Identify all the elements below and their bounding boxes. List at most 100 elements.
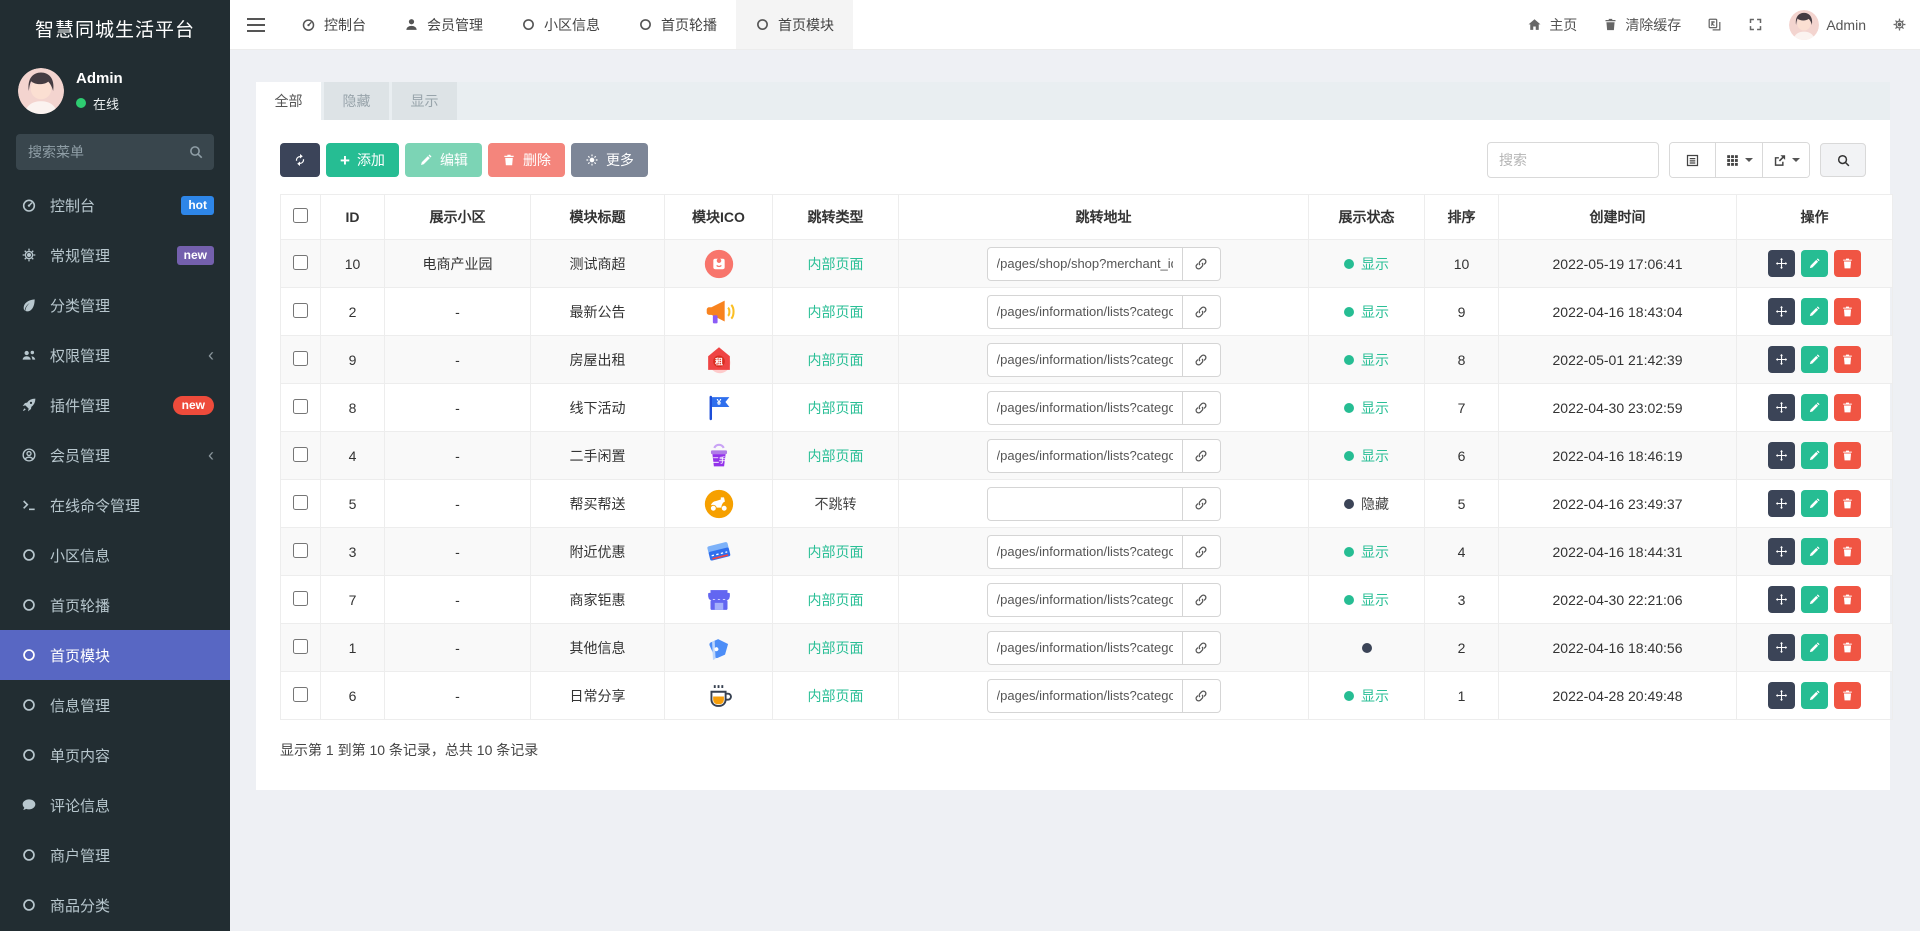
sidebar-item-0[interactable]: 控制台 hot (0, 180, 230, 230)
nav-tab-4[interactable]: 首页模块 (736, 0, 853, 49)
status-badge[interactable]: 显示 (1344, 590, 1389, 610)
row-edit-button[interactable] (1801, 538, 1828, 565)
row-delete-button[interactable] (1834, 634, 1861, 661)
status-badge[interactable]: 显示 (1344, 302, 1389, 322)
status-badge[interactable]: 显示 (1344, 254, 1389, 274)
row-delete-button[interactable] (1834, 586, 1861, 613)
sidebar-item-14[interactable]: 商品分类 (0, 880, 230, 930)
sidebar-item-5[interactable]: 会员管理 ‹ (0, 430, 230, 480)
sidebar-item-12[interactable]: 评论信息 (0, 780, 230, 830)
tab-hidden[interactable]: 隐藏 (324, 82, 389, 120)
columns-button[interactable] (1715, 143, 1762, 177)
sidebar-item-3[interactable]: 权限管理 ‹ (0, 330, 230, 380)
link-button[interactable] (1182, 486, 1221, 521)
status-badge[interactable]: 隐藏 (1344, 494, 1389, 514)
row-delete-button[interactable] (1834, 442, 1861, 469)
export-button[interactable] (1762, 143, 1809, 177)
sidebar-item-13[interactable]: 商户管理 (0, 830, 230, 880)
row-edit-button[interactable] (1801, 298, 1828, 325)
status-badge[interactable]: 显示 (1344, 350, 1389, 370)
more-button[interactable]: 更多 (570, 143, 648, 177)
tab-all[interactable]: 全部 (256, 82, 321, 120)
row-edit-button[interactable] (1801, 586, 1828, 613)
row-delete-button[interactable] (1834, 250, 1861, 277)
sidebar-item-7[interactable]: 小区信息 (0, 530, 230, 580)
drag-button[interactable] (1768, 538, 1795, 565)
add-button[interactable]: + 添加 (326, 143, 399, 177)
link-button[interactable] (1182, 582, 1221, 617)
nav-tab-3[interactable]: 首页轮播 (619, 0, 736, 49)
sidebar-item-6[interactable]: 在线命令管理 (0, 480, 230, 530)
drag-button[interactable] (1768, 394, 1795, 421)
settings-button[interactable] (1879, 0, 1920, 49)
drag-button[interactable] (1768, 298, 1795, 325)
status-badge[interactable]: 显示 (1344, 398, 1389, 418)
row-delete-button[interactable] (1834, 298, 1861, 325)
drag-button[interactable] (1768, 586, 1795, 613)
refresh-button[interactable] (280, 143, 320, 177)
user-menu[interactable]: Admin (1776, 0, 1879, 49)
sidebar-item-11[interactable]: 单页内容 (0, 730, 230, 780)
drag-button[interactable] (1768, 346, 1795, 373)
nav-tab-2[interactable]: 小区信息 (502, 0, 619, 49)
row-checkbox[interactable] (293, 254, 308, 270)
row-checkbox[interactable] (293, 686, 308, 702)
detail-view-button[interactable] (1670, 143, 1715, 177)
link-button[interactable] (1182, 390, 1221, 425)
url-input[interactable] (986, 582, 1183, 617)
table-search-input[interactable] (1487, 142, 1659, 178)
translate-button[interactable] (1694, 0, 1735, 49)
home-button[interactable]: 主页 (1514, 0, 1590, 49)
row-checkbox[interactable] (293, 542, 308, 558)
row-checkbox[interactable] (293, 638, 308, 654)
url-input[interactable] (986, 678, 1183, 713)
link-button[interactable] (1182, 246, 1221, 281)
row-checkbox[interactable] (293, 494, 308, 510)
row-checkbox[interactable] (293, 446, 308, 462)
search-submit-button[interactable] (1820, 143, 1866, 177)
url-input[interactable] (986, 246, 1183, 281)
drag-button[interactable] (1768, 634, 1795, 661)
tab-shown[interactable]: 显示 (392, 82, 457, 120)
row-edit-button[interactable] (1801, 250, 1828, 277)
nav-tab-1[interactable]: 会员管理 (385, 0, 502, 49)
link-button[interactable] (1182, 438, 1221, 473)
select-all-checkbox[interactable] (293, 208, 308, 223)
row-delete-button[interactable] (1834, 346, 1861, 373)
url-input[interactable] (986, 294, 1183, 329)
row-delete-button[interactable] (1834, 682, 1861, 709)
sidebar-item-8[interactable]: 首页轮播 (0, 580, 230, 630)
sidebar-item-9[interactable]: 首页模块 (0, 630, 230, 680)
status-badge[interactable]: 显示 (1344, 686, 1389, 706)
drag-button[interactable] (1768, 490, 1795, 517)
row-checkbox[interactable] (293, 590, 308, 606)
link-button[interactable] (1182, 342, 1221, 377)
row-checkbox[interactable] (293, 302, 308, 318)
drag-button[interactable] (1768, 250, 1795, 277)
row-edit-button[interactable] (1801, 442, 1828, 469)
url-input[interactable] (986, 438, 1183, 473)
row-edit-button[interactable] (1801, 490, 1828, 517)
url-input[interactable] (986, 390, 1183, 425)
row-checkbox[interactable] (293, 398, 308, 414)
row-edit-button[interactable] (1801, 682, 1828, 709)
row-delete-button[interactable] (1834, 394, 1861, 421)
hamburger-icon[interactable] (230, 0, 282, 49)
fullscreen-button[interactable] (1735, 0, 1776, 49)
nav-tab-0[interactable]: 控制台 (282, 0, 385, 49)
link-button[interactable] (1182, 678, 1221, 713)
sidebar-search-input[interactable] (16, 134, 214, 170)
link-button[interactable] (1182, 534, 1221, 569)
status-badge[interactable]: 显示 (1344, 446, 1389, 466)
edit-button[interactable]: 编辑 (404, 143, 482, 177)
sidebar-item-4[interactable]: 插件管理 new (0, 380, 230, 430)
url-input[interactable] (986, 342, 1183, 377)
delete-button[interactable]: 删除 (487, 143, 565, 177)
url-input[interactable] (986, 534, 1183, 569)
drag-button[interactable] (1768, 682, 1795, 709)
row-edit-button[interactable] (1801, 634, 1828, 661)
sidebar-item-2[interactable]: 分类管理 (0, 280, 230, 330)
row-delete-button[interactable] (1834, 538, 1861, 565)
clear-cache-button[interactable]: 清除缓存 (1590, 0, 1694, 49)
status-badge[interactable]: 显示 (1344, 542, 1389, 562)
